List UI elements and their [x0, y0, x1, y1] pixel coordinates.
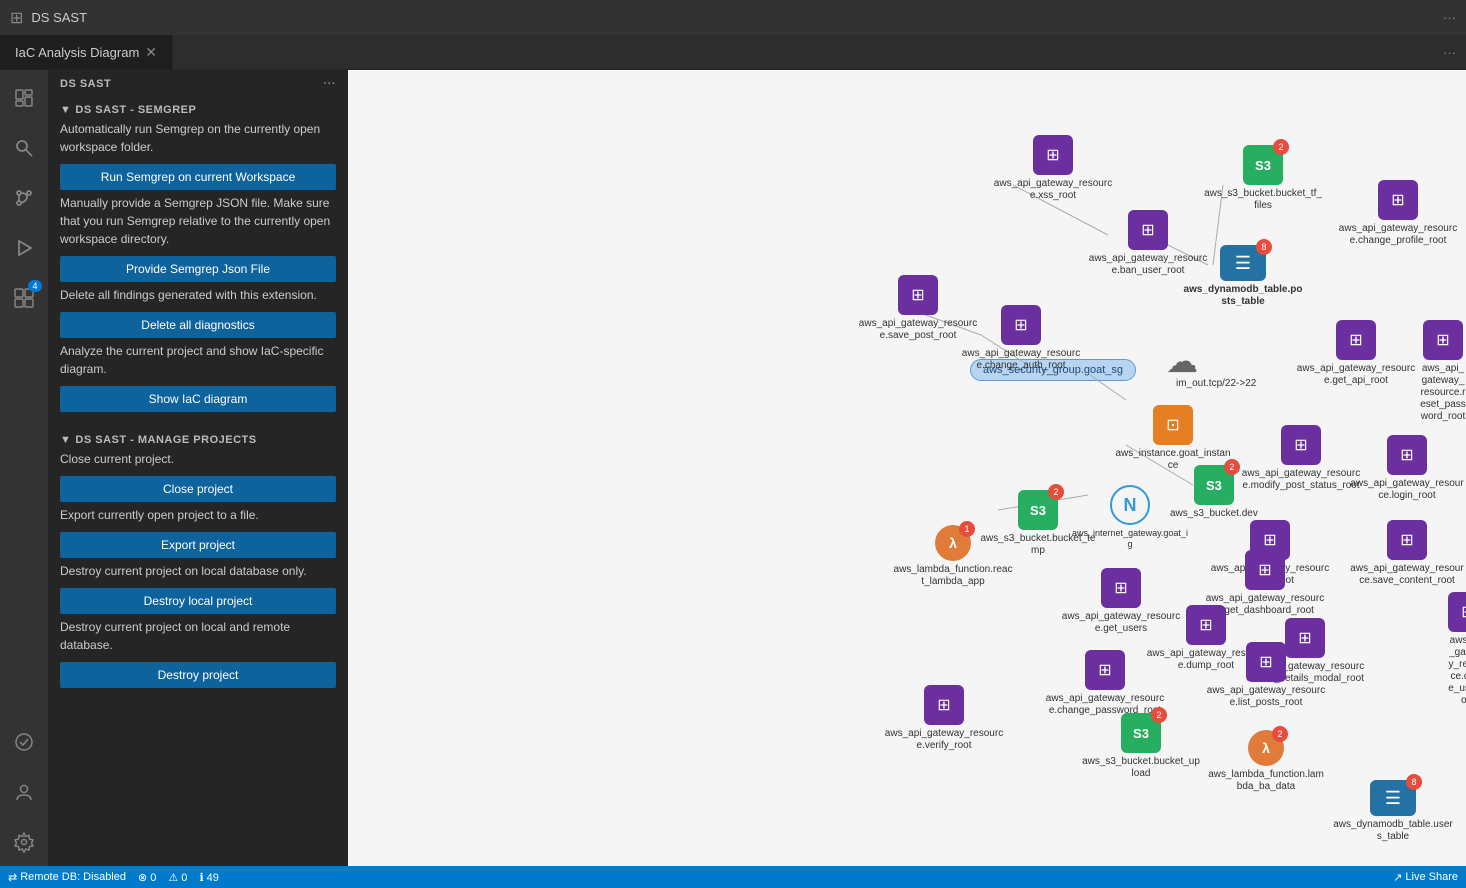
app-title: DS SAST	[31, 10, 87, 25]
statusbar-live-share[interactable]: ↗ Live Share	[1393, 871, 1458, 884]
destroy-local-button[interactable]: Destroy local project	[60, 588, 336, 614]
node-change-password-root[interactable]: ⊞ aws_api_gateway_resource.change_passwo…	[1045, 650, 1165, 717]
extensions-badge: 4	[28, 280, 42, 292]
destroy-button[interactable]: Destroy project	[60, 662, 336, 688]
delete-desc: Delete all findings generated with this …	[60, 286, 336, 304]
delete-diagnostics-button[interactable]: Delete all diagnostics	[60, 312, 336, 338]
node-lambda-react[interactable]: λ 1 aws_lambda_function.react_lambda_app	[893, 525, 1013, 588]
node-change-auth-root[interactable]: ⊞ aws_api_gateway_resource.change_auth_r…	[961, 305, 1081, 372]
live-share-icon: ↗	[1393, 871, 1402, 884]
node-reset-password-root[interactable]: ⊞ aws_api_gateway_resource.reset_passwor…	[1420, 320, 1466, 423]
tab-iac-diagram[interactable]: IaC Analysis Diagram ✕	[0, 35, 173, 70]
activity-extensions[interactable]: 4	[0, 274, 48, 322]
activity-settings[interactable]	[0, 818, 48, 866]
tab-label: IaC Analysis Diagram	[15, 45, 139, 60]
activity-search[interactable]	[0, 124, 48, 172]
node-delete-user-root[interactable]: ⊞ aws_api_gateway_resource.delete_user_r…	[1448, 592, 1466, 707]
activity-account[interactable]	[0, 768, 48, 816]
close-project-button[interactable]: Close project	[60, 476, 336, 502]
json-desc: Manually provide a Semgrep JSON file. Ma…	[60, 194, 336, 248]
app-icon: ⊞	[10, 8, 23, 28]
sidebar-header-title: DS SAST	[60, 78, 111, 90]
statusbar-remote[interactable]: ⇄ Remote DB: Disabled	[8, 871, 126, 884]
node-modify-post-status[interactable]: ⊞ aws_api_gateway_resource.modify_post_s…	[1241, 425, 1361, 492]
titlebar-more[interactable]: ···	[1443, 10, 1456, 25]
node-s3-bucket-upload[interactable]: S3 2 aws_s3_bucket.bucket_upload	[1081, 713, 1201, 780]
node-login-root[interactable]: ⊞ aws_api_gateway_resource.login_root	[1348, 435, 1466, 502]
close-desc: Close current project.	[60, 450, 336, 468]
activity-explorer[interactable]	[0, 74, 48, 122]
tabbar: IaC Analysis Diagram ✕ ···	[0, 35, 1466, 70]
semgrep-section-title: ▼ DS SAST - SEMGREP	[48, 98, 348, 120]
remote-icon: ⇄	[8, 871, 17, 884]
sidebar-header: DS SAST ···	[48, 70, 348, 98]
statusbar-warnings[interactable]: ⚠ 0	[168, 871, 187, 884]
activity-source-control[interactable]	[0, 174, 48, 222]
sidebar: DS SAST ··· ▼ DS SAST - SEMGREP Automati…	[48, 70, 348, 866]
node-get-api-root[interactable]: ⊞ aws_api_gateway_resource.get_api_root	[1296, 320, 1416, 387]
export-desc: Export currently open project to a file.	[60, 506, 336, 524]
activity-bar: 4	[0, 70, 48, 866]
node-goat-instance[interactable]: ⊡ aws_instance.goat_instance	[1113, 405, 1233, 472]
activity-ds-sast[interactable]	[0, 718, 48, 766]
activity-run[interactable]	[0, 224, 48, 272]
run-desc: Automatically run Semgrep on the current…	[60, 120, 336, 156]
node-xss-root[interactable]: ⊞ aws_api_gateway_resource.xss_root	[993, 135, 1113, 202]
destroy-local-desc: Destroy current project on local databas…	[60, 562, 336, 580]
provide-json-button[interactable]: Provide Semgrep Json File	[60, 256, 336, 282]
node-lambda-ba-data[interactable]: λ 2 aws_lambda_function.lambda_ba_data	[1206, 730, 1326, 793]
diagram-area: aws_security_group.goat_sg ☁ im_out.tcp/…	[348, 70, 1466, 866]
node-cloud[interactable]: ☁	[1166, 342, 1198, 380]
node-verify-root[interactable]: ⊞ aws_api_gateway_resource.verify_root	[884, 685, 1004, 752]
collapse-icon[interactable]: ▼	[60, 104, 71, 116]
diagram-canvas[interactable]: aws_security_group.goat_sg ☁ im_out.tcp/…	[348, 70, 1466, 866]
node-change-profile-root[interactable]: ⊞ aws_api_gateway_resource.change_profil…	[1338, 180, 1458, 247]
node-dynamodb-posts[interactable]: ☰ 8 aws_dynamodb_table.posts_table	[1183, 245, 1303, 308]
node-dynamodb-users[interactable]: ☰ 8 aws_dynamodb_table.users_table	[1333, 780, 1453, 843]
show-iac-button[interactable]: Show IaC diagram	[60, 386, 336, 412]
sidebar-more-icon[interactable]: ···	[324, 78, 337, 90]
statusbar-info[interactable]: ℹ 49	[199, 871, 218, 884]
arrow-label-tcp: im_out.tcp/22->22	[1176, 378, 1256, 389]
node-save-content-root[interactable]: ⊞ aws_api_gateway_resource.save_content_…	[1348, 520, 1466, 587]
statusbar-errors[interactable]: ⊗ 0	[138, 871, 156, 884]
node-s3-tf-files[interactable]: S3 2 aws_s3_bucket.bucket_tf_files	[1203, 145, 1323, 212]
node-s3-dev[interactable]: S3 2 aws_s3_bucket.dev	[1170, 465, 1258, 520]
export-project-button[interactable]: Export project	[60, 532, 336, 558]
destroy-desc: Destroy current project on local and rem…	[60, 618, 336, 654]
close-icon[interactable]: ✕	[145, 44, 157, 61]
projects-section-title: ▼ DS SAST - MANAGE PROJECTS	[48, 428, 348, 450]
statusbar: ⇄ Remote DB: Disabled ⊗ 0 ⚠ 0 ℹ 49 ↗ Liv…	[0, 866, 1466, 888]
node-list-posts-root[interactable]: ⊞ aws_api_gateway_resource.list_posts_ro…	[1206, 642, 1326, 709]
node-save-post-root[interactable]: ⊞ aws_api_gateway_resource.save_post_roo…	[858, 275, 978, 342]
iac-desc: Analyze the current project and show IaC…	[60, 342, 336, 378]
run-semgrep-button[interactable]: Run Semgrep on current Workspace	[60, 164, 336, 190]
tabbar-more-icon[interactable]: ···	[1433, 45, 1466, 60]
collapse-icon-projects[interactable]: ▼	[60, 434, 71, 446]
titlebar: ⊞ DS SAST ···	[0, 0, 1466, 35]
